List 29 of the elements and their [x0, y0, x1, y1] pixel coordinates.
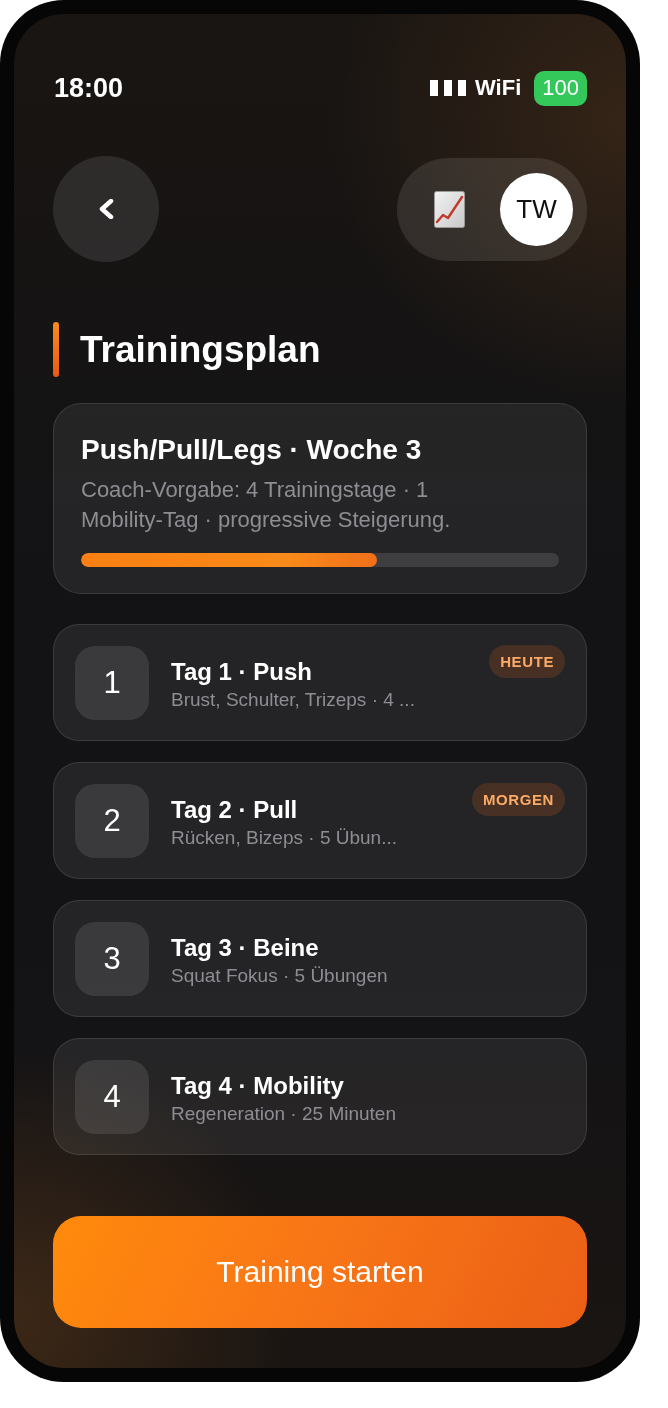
day-subtitle: Squat Fokus · 5 Übungen	[171, 963, 388, 988]
day-number: 2	[75, 783, 149, 858]
chart-icon[interactable]	[434, 190, 465, 228]
day-title: Tag 3 · Beine	[171, 932, 320, 963]
day-card[interactable]: 2 Tag 2 · Pull Rücken, Bizeps · 5 Übun... MORGEN	[53, 762, 587, 879]
section-title: Trainingsplan	[80, 327, 321, 372]
avatar[interactable]: TW	[500, 172, 573, 246]
battery-badge: 100	[534, 70, 587, 106]
day-card[interactable]: 4 Tag 4 · Mobility Regeneration · 25 Minuten	[53, 1038, 587, 1155]
signal-icon	[430, 80, 468, 96]
network-label: WiFi	[475, 75, 522, 101]
plan-title: Push/Pull/Legs · Woche 3	[81, 433, 423, 467]
day-number: 4	[75, 1059, 149, 1134]
status-time: 18:00	[53, 72, 124, 104]
day-title: Tag 4 · Mobility	[171, 1070, 345, 1101]
plan-description: Coach-Vorgabe: 4 Trainingstage · 1 Mobility-Tag · progressive Steigerung.	[81, 476, 452, 534]
chevron-left-icon	[97, 199, 115, 219]
day-title: Tag 2 · Pull	[171, 794, 299, 825]
day-number: 3	[75, 921, 149, 996]
day-badge: HEUTE	[489, 645, 565, 678]
day-subtitle: Rücken, Bizeps · 5 Übun...	[171, 825, 397, 850]
day-badge: MORGEN	[471, 783, 565, 816]
day-title: Tag 1 · Push	[171, 656, 313, 687]
day-card[interactable]: 3 Tag 3 · Beine Squat Fokus · 5 Übungen	[53, 900, 587, 1017]
accent-bar	[53, 322, 59, 377]
day-card[interactable]: 1 Tag 1 · Push Brust, Schulter, Trizeps · 4 ... HEUTE	[53, 624, 587, 741]
day-subtitle: Brust, Schulter, Trizeps · 4 ...	[171, 687, 415, 712]
day-subtitle: Regeneration · 25 Minuten	[171, 1101, 396, 1126]
day-number: 1	[75, 645, 149, 720]
